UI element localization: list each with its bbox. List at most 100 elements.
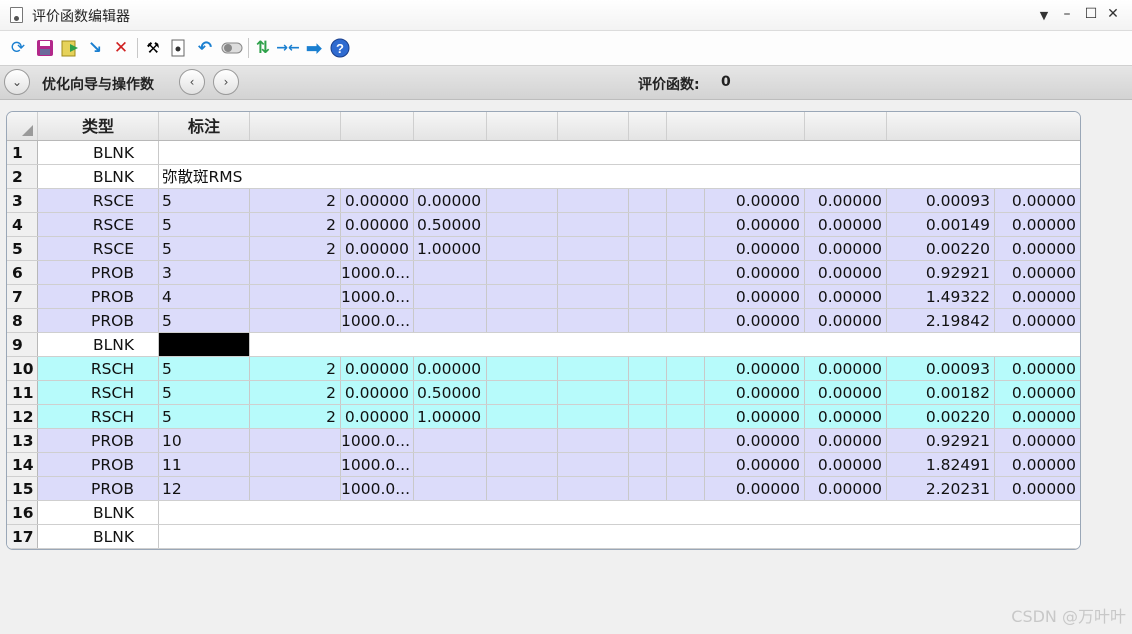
grid-cell[interactable]: 0.00000 [705, 405, 805, 428]
grid-cell[interactable] [558, 357, 629, 380]
grid-cell[interactable]: 0.00000 [995, 309, 1080, 332]
grid-cell[interactable]: 1000.0... [341, 285, 414, 308]
grid-cell[interactable] [250, 285, 341, 308]
grid-cell[interactable]: 1000.0... [341, 477, 414, 500]
grid-cell[interactable] [558, 477, 629, 500]
column-header[interactable] [414, 112, 487, 140]
operand-type-dropdown[interactable]: RSCE [38, 213, 159, 236]
grid-cell[interactable] [558, 309, 629, 332]
grid-cell[interactable] [487, 453, 558, 476]
grid-cell[interactable]: 0.00000 [705, 453, 805, 476]
table-row[interactable]: 15 PROB 12 1000.0... 0.00000 0.00000 2.20231 0.… [7, 477, 1080, 501]
table-row[interactable]: 17 BLNK [7, 525, 1080, 549]
grid-cell[interactable]: 0.00000 [995, 429, 1080, 452]
operand-type-dropdown[interactable]: BLNK [38, 501, 159, 524]
comment-cell[interactable] [159, 501, 1080, 524]
grid-cell[interactable] [667, 213, 705, 236]
operand-type-dropdown[interactable]: RSCH [38, 357, 159, 380]
grid-cell[interactable] [558, 261, 629, 284]
operand-type-dropdown[interactable]: BLNK [38, 525, 159, 548]
grid-cell[interactable]: 5 [159, 405, 250, 428]
comment-cell[interactable] [159, 141, 1080, 164]
grid-cell[interactable]: 1000.0... [341, 261, 414, 284]
minimize-icon[interactable]: – [1057, 6, 1077, 22]
grid-cell[interactable] [629, 477, 667, 500]
row-number[interactable]: 16 [7, 501, 38, 524]
row-number[interactable]: 11 [7, 381, 38, 404]
grid-cell[interactable] [629, 237, 667, 260]
grid-cell[interactable] [558, 405, 629, 428]
menu-dropdown-icon[interactable]: ▼ [1034, 9, 1054, 22]
grid-cell[interactable]: 0.00000 [805, 477, 887, 500]
operand-type-dropdown[interactable]: PROB [38, 429, 159, 452]
row-number[interactable]: 4 [7, 213, 38, 236]
help-icon[interactable]: ? [329, 37, 351, 59]
table-row[interactable]: 10 RSCH 5 2 0.00000 0.00000 0.00000 0.00000 0.00… [7, 357, 1080, 381]
grid-cell[interactable]: 0.00000 [341, 237, 414, 260]
column-header[interactable] [341, 112, 414, 140]
grid-cell[interactable] [667, 261, 705, 284]
grid-cell[interactable] [487, 357, 558, 380]
row-number[interactable]: 14 [7, 453, 38, 476]
load-icon[interactable]: ↘ [84, 37, 106, 59]
grid-cell[interactable]: 2.20231 [887, 477, 995, 500]
grid-cell[interactable] [558, 285, 629, 308]
insert-icon[interactable] [167, 37, 189, 59]
grid-cell[interactable] [667, 237, 705, 260]
row-number[interactable]: 10 [7, 357, 38, 380]
selected-comment-cell[interactable] [159, 333, 250, 356]
grid-cell[interactable]: 0.92921 [887, 429, 995, 452]
grid-cell[interactable] [667, 429, 705, 452]
column-header-comment[interactable]: 标注 [159, 112, 250, 140]
table-row[interactable]: 2 BLNK 弥散斑RMS [7, 165, 1080, 189]
grid-cell[interactable]: 0.00000 [805, 405, 887, 428]
grid-cell[interactable]: 0.00182 [887, 381, 995, 404]
grid-cell[interactable] [629, 429, 667, 452]
undo-icon[interactable]: ↶ [194, 37, 216, 59]
column-header[interactable] [667, 112, 805, 140]
grid-cell[interactable]: 2 [250, 237, 341, 260]
grid-cell[interactable] [558, 213, 629, 236]
grid-cell[interactable] [558, 189, 629, 212]
grid-cell[interactable]: 0.00000 [805, 381, 887, 404]
column-header-type[interactable]: 类型 [38, 112, 159, 140]
grid-cell[interactable]: 0.00000 [995, 381, 1080, 404]
operand-type-dropdown[interactable]: PROB [38, 453, 159, 476]
comment-cell[interactable] [250, 333, 1080, 356]
grid-cell[interactable]: 5 [159, 237, 250, 260]
grid-cell[interactable]: 0.00000 [995, 213, 1080, 236]
operand-type-dropdown[interactable]: BLNK [38, 165, 159, 188]
grid-cell[interactable]: 1.49322 [887, 285, 995, 308]
row-number[interactable]: 17 [7, 525, 38, 548]
table-row[interactable]: 11 RSCH 5 2 0.00000 0.50000 0.00000 0.00000 0.00… [7, 381, 1080, 405]
grid-cell[interactable] [629, 381, 667, 404]
next-icon[interactable]: ➡ [303, 37, 325, 59]
grid-cell[interactable]: 0.00000 [995, 189, 1080, 212]
grid-cell[interactable]: 0.00000 [705, 237, 805, 260]
grid-cell[interactable]: 2 [250, 405, 341, 428]
column-header[interactable] [805, 112, 887, 140]
row-number[interactable]: 6 [7, 261, 38, 284]
grid-cell[interactable]: 0.00000 [341, 381, 414, 404]
grid-cell[interactable] [250, 309, 341, 332]
grid-cell[interactable]: 4 [159, 285, 250, 308]
table-row[interactable]: 9 BLNK [7, 333, 1080, 357]
grid-cell[interactable] [667, 453, 705, 476]
grid-cell[interactable] [629, 189, 667, 212]
grid-cell[interactable] [487, 477, 558, 500]
grid-cell[interactable] [414, 285, 487, 308]
grid-cell[interactable]: 0.00000 [995, 261, 1080, 284]
grid-cell[interactable] [414, 429, 487, 452]
grid-cell[interactable]: 0.00093 [887, 189, 995, 212]
operand-type-dropdown[interactable]: RSCH [38, 405, 159, 428]
grid-cell[interactable]: 1.00000 [414, 237, 487, 260]
grid-cell[interactable]: 0.92921 [887, 261, 995, 284]
grid-cell[interactable]: 0.00093 [887, 357, 995, 380]
table-row[interactable]: 7 PROB 4 1000.0... 0.00000 0.00000 1.49322 0.00… [7, 285, 1080, 309]
grid-cell[interactable]: 0.00000 [341, 213, 414, 236]
grid-cell[interactable] [558, 453, 629, 476]
grid-cell[interactable]: 0.00000 [705, 261, 805, 284]
row-number[interactable]: 7 [7, 285, 38, 308]
table-row[interactable]: 13 PROB 10 1000.0... 0.00000 0.00000 0.92921 0.… [7, 429, 1080, 453]
table-row[interactable]: 3 RSCE 5 2 0.00000 0.00000 0.00000 0.00000 0.000… [7, 189, 1080, 213]
